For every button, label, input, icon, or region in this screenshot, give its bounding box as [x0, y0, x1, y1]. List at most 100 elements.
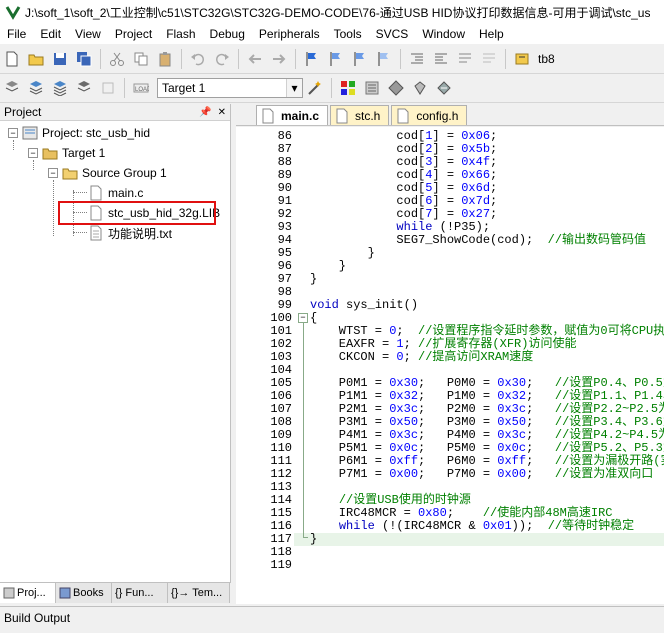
project-root-label: Project: stc_usb_hid [42, 126, 151, 140]
code-line: CKCON = 0; //提高访问XRAM速度 [310, 350, 534, 364]
menu-help[interactable]: Help [472, 27, 511, 41]
collapse-toggle[interactable]: − [8, 128, 18, 138]
tab-label: {} Fun... [115, 587, 154, 599]
target-options-button[interactable] [304, 77, 326, 99]
save-button[interactable] [49, 48, 71, 70]
file-label: main.c [108, 186, 144, 200]
menu-file[interactable]: File [0, 27, 33, 41]
nav-forward-button[interactable] [268, 48, 290, 70]
code-line: } [310, 272, 318, 286]
code-area[interactable]: cod[1] = 0x06; cod[2] = 0x5b; cod[3] = 0… [310, 127, 664, 604]
menu-tools[interactable]: Tools [327, 27, 369, 41]
comment-icon [459, 53, 471, 63]
paste-button[interactable] [154, 48, 176, 70]
title-bar: J:\soft_1\soft_2\工业控制\c51\STC32G\STC32G-… [0, 0, 664, 24]
tree-file-txt[interactable]: 功能说明.txt [88, 223, 172, 243]
editor-tab-stc-h[interactable]: stc.h [330, 105, 390, 125]
select-software-packs-button[interactable] [409, 77, 431, 99]
next-bookmark-button[interactable] [349, 48, 371, 70]
tree-target[interactable]: − Target 1 [28, 143, 105, 163]
menu-svcs[interactable]: SVCS [369, 27, 416, 41]
batch-build-button[interactable] [73, 77, 95, 99]
editor-tab-main-c[interactable]: main.c [256, 105, 329, 125]
file-extensions-button[interactable] [361, 77, 383, 99]
fold-toggle[interactable]: − [298, 313, 308, 323]
save-all-button[interactable] [73, 48, 95, 70]
target-select-value: Target 1 [162, 81, 206, 95]
open-file-button[interactable] [25, 48, 47, 70]
run-time-env-button[interactable] [433, 77, 455, 99]
prev-bookmark-button[interactable] [325, 48, 347, 70]
tree-source-group[interactable]: − Source Group 1 [48, 163, 167, 183]
batch-build-icon [77, 81, 91, 92]
tree-connector [53, 180, 54, 236]
download-button[interactable]: LOAD [130, 77, 152, 99]
fold-bar: − [298, 127, 310, 604]
editor-tab-config-h[interactable]: config.h [391, 105, 468, 125]
highlight-box [58, 201, 216, 225]
pin-icon[interactable]: 📌 [199, 107, 211, 118]
editor-tab-label: config.h [416, 108, 459, 123]
scissors-icon [110, 52, 124, 66]
open-folder-icon [28, 54, 44, 66]
redo-button[interactable] [211, 48, 233, 70]
project-tab-icon [3, 587, 15, 599]
copy-icon [134, 52, 148, 66]
load-icon: LOAD [133, 83, 149, 93]
find-icon [515, 53, 529, 65]
rebuild-button[interactable] [49, 77, 71, 99]
chevron-down-icon: ▾ [286, 79, 302, 97]
target-select[interactable]: Target 1 ▾ [157, 78, 303, 98]
copy-button[interactable] [130, 48, 152, 70]
magic-wand-icon [308, 81, 321, 95]
build-button[interactable] [25, 77, 47, 99]
window-title: J:\soft_1\soft_2\工业控制\c51\STC32G\STC32G-… [25, 5, 651, 20]
undo-icon [191, 53, 205, 66]
translate-button[interactable] [1, 77, 23, 99]
menu-window[interactable]: Window [415, 27, 472, 41]
txt-file-icon [90, 225, 102, 241]
tb8-label[interactable]: tb8 [538, 52, 555, 66]
nav-back-button[interactable] [244, 48, 266, 70]
source-group-label: Source Group 1 [82, 166, 167, 180]
menu-peripherals[interactable]: Peripherals [252, 27, 327, 41]
books-icon [365, 81, 379, 95]
tab-project[interactable]: Proj... [0, 583, 56, 603]
manage-components-button[interactable] [337, 77, 359, 99]
new-file-button[interactable] [1, 48, 23, 70]
tree-connector [73, 232, 87, 233]
menu-edit[interactable]: Edit [33, 27, 68, 41]
cut-button[interactable] [106, 48, 128, 70]
uncomment-button[interactable] [478, 48, 500, 70]
tab-books[interactable]: Books [56, 583, 112, 603]
collapse-toggle[interactable]: − [28, 148, 38, 158]
indent-button[interactable] [406, 48, 428, 70]
h-file-icon [397, 108, 409, 123]
comment-button[interactable] [454, 48, 476, 70]
tree-file-main-c[interactable]: main.c [88, 183, 143, 203]
bookmark-button[interactable] [301, 48, 323, 70]
separator [124, 78, 125, 98]
project-icon [22, 126, 38, 140]
stop-build-button[interactable] [97, 77, 119, 99]
unindent-button[interactable] [430, 48, 452, 70]
menu-flash[interactable]: Flash [159, 27, 202, 41]
menu-view[interactable]: View [68, 27, 108, 41]
tab-templates[interactable]: {}→ Tem... [168, 583, 230, 603]
collapse-toggle[interactable]: − [48, 168, 58, 178]
menu-debug[interactable]: Debug [203, 27, 252, 41]
panel-tabs: Proj... Books {} Fun... {}→ Tem... [0, 582, 231, 604]
undo-button[interactable] [187, 48, 209, 70]
paste-icon [159, 52, 171, 67]
find-in-files-button[interactable] [511, 48, 533, 70]
close-icon[interactable]: ✕ [218, 107, 226, 118]
code-editor[interactable]: 86 87 88 89 90 91 92 93 94 95 96 97 98 99 100 101 102 103… [236, 127, 664, 604]
tree-project-root[interactable]: − Project: stc_usb_hid [8, 123, 150, 143]
pack-installer-button[interactable] [385, 77, 407, 99]
tab-functions[interactable]: {} Fun... [112, 583, 168, 603]
code-line: } [310, 532, 318, 546]
save-icon [54, 53, 66, 65]
menu-project[interactable]: Project [108, 27, 159, 41]
separator [400, 49, 401, 69]
clear-bookmarks-button[interactable] [373, 48, 395, 70]
